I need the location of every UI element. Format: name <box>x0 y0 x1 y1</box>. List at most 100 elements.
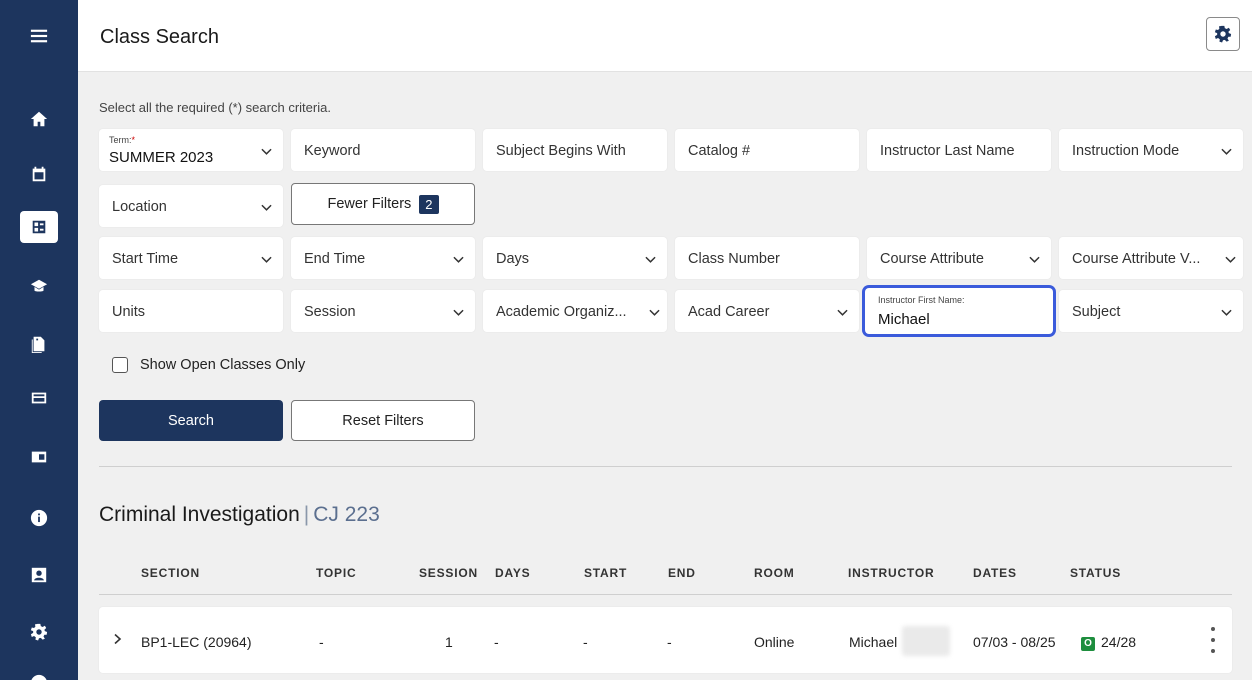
page-header: Class Search <box>78 0 1252 72</box>
cell-session: 1 <box>445 634 453 650</box>
sidebar <box>0 0 78 680</box>
instructor-first-name-value: Michael <box>878 311 930 328</box>
days-select[interactable]: Days <box>483 237 667 279</box>
subject-begins-with-input[interactable]: Subject Begins With <box>483 129 667 171</box>
course-attribute-value-select[interactable]: Course Attribute V... <box>1059 237 1243 279</box>
more-icon[interactable] <box>26 670 52 680</box>
chevron-down-icon <box>645 252 656 263</box>
course-attribute-value-placeholder: Course Attribute V... <box>1072 251 1201 267</box>
header-status: STATUS <box>1070 566 1122 580</box>
cell-section: BP1-LEC (20964) <box>141 634 252 650</box>
gear-icon <box>1214 25 1232 43</box>
info-icon[interactable] <box>26 505 52 531</box>
fewer-filters-label: Fewer Filters <box>327 196 412 212</box>
credit-card-icon[interactable] <box>26 385 52 411</box>
instructor-last-name-input[interactable]: Instructor Last Name <box>867 129 1051 171</box>
instructor-first-name-label: Instructor First Name: <box>878 295 965 305</box>
course-separator: | <box>303 503 310 526</box>
header-room: ROOM <box>754 566 795 580</box>
start-time-select[interactable]: Start Time <box>99 237 283 279</box>
chevron-down-icon <box>453 252 464 263</box>
keyword-input[interactable]: Keyword <box>291 129 475 171</box>
table-row[interactable]: BP1-LEC (20964) - 1 - - - Online Michael… <box>99 607 1232 673</box>
chevron-down-icon <box>1221 305 1232 316</box>
cell-start: - <box>583 634 588 650</box>
start-time-placeholder: Start Time <box>112 251 179 267</box>
course-attribute-select[interactable]: Course Attribute <box>867 237 1051 279</box>
term-label: Term: <box>109 135 132 145</box>
chevron-down-icon <box>261 200 272 211</box>
catalog-number-input[interactable]: Catalog # <box>675 129 859 171</box>
chevron-down-icon <box>1225 252 1236 263</box>
course-code: CJ 223 <box>313 503 380 526</box>
course-title: Criminal Investigation | CJ 223 <box>99 503 380 527</box>
settings-button[interactable] <box>1206 17 1240 51</box>
term-value: SUMMER 2023 <box>109 149 214 166</box>
end-time-placeholder: End Time <box>304 251 366 267</box>
cell-status: O 24/28 <box>1081 634 1136 651</box>
cell-topic: - <box>319 634 324 650</box>
term-select[interactable]: Term:* SUMMER 2023 <box>99 129 283 171</box>
units-input[interactable]: Units <box>99 290 283 332</box>
session-select[interactable]: Session <box>291 290 475 332</box>
graduation-cap-icon[interactable] <box>26 273 52 299</box>
class-search-icon[interactable] <box>20 211 58 243</box>
open-status-icon: O <box>1081 637 1095 651</box>
cell-days: - <box>494 634 499 650</box>
expand-chevron-icon[interactable] <box>113 632 123 648</box>
end-time-select[interactable]: End Time <box>291 237 475 279</box>
chevron-down-icon <box>261 252 272 263</box>
catalog-placeholder: Catalog # <box>688 143 751 159</box>
units-placeholder: Units <box>112 304 146 320</box>
fewer-filters-button[interactable]: Fewer Filters 2 <box>291 183 475 225</box>
seats-count: 24/28 <box>1101 634 1137 650</box>
academic-organization-select[interactable]: Academic Organiz... <box>483 290 667 332</box>
course-name: Criminal Investigation <box>99 503 300 526</box>
header-instructor: INSTRUCTOR <box>848 566 935 580</box>
open-classes-checkbox[interactable] <box>112 357 128 373</box>
cell-end: - <box>667 634 672 650</box>
chevron-down-icon <box>649 305 660 316</box>
reset-filters-button[interactable]: Reset Filters <box>291 400 475 441</box>
days-placeholder: Days <box>496 251 530 267</box>
subject-select[interactable]: Subject <box>1059 290 1243 332</box>
calendar-icon[interactable] <box>26 161 52 187</box>
course-attribute-placeholder: Course Attribute <box>880 251 984 267</box>
header-days: DAYS <box>495 566 531 580</box>
instruction-mode-select[interactable]: Instruction Mode <box>1059 129 1243 171</box>
redacted-surname <box>902 626 950 656</box>
keyword-placeholder: Keyword <box>304 143 361 159</box>
instructions-text: Select all the required (*) search crite… <box>99 100 331 115</box>
cell-room: Online <box>754 634 795 650</box>
search-button[interactable]: Search <box>99 400 283 441</box>
documents-icon[interactable] <box>26 331 52 357</box>
page-title: Class Search <box>100 26 219 48</box>
location-select[interactable]: Location <box>99 185 283 227</box>
instruction-mode-placeholder: Instruction Mode <box>1072 143 1180 159</box>
instructor-last-placeholder: Instructor Last Name <box>880 143 1015 159</box>
gear-icon[interactable] <box>26 619 52 645</box>
contact-card-icon[interactable] <box>26 562 52 588</box>
instructor-first-name-input[interactable]: Instructor First Name: Michael <box>865 288 1053 334</box>
subject-placeholder: Subject <box>1072 304 1121 320</box>
acad-career-select[interactable]: Acad Career <box>675 290 859 332</box>
header-divider <box>99 594 1232 595</box>
subject-begins-placeholder: Subject Begins With <box>496 143 626 159</box>
cell-instructor: Michael <box>849 634 898 650</box>
location-placeholder: Location <box>112 199 167 215</box>
header-dates: DATES <box>973 566 1017 580</box>
id-card-icon[interactable] <box>26 444 52 470</box>
session-placeholder: Session <box>304 304 356 320</box>
header-end: END <box>668 566 696 580</box>
academic-org-placeholder: Academic Organiz... <box>496 304 627 320</box>
open-classes-only-row[interactable]: Show Open Classes Only <box>112 357 305 373</box>
home-icon[interactable] <box>26 106 52 132</box>
more-options-icon[interactable] <box>1210 627 1216 653</box>
acad-career-placeholder: Acad Career <box>688 304 770 320</box>
filter-count-badge: 2 <box>419 194 439 214</box>
open-classes-label: Show Open Classes Only <box>140 357 306 373</box>
class-number-input[interactable]: Class Number <box>675 237 859 279</box>
hamburger-menu-icon[interactable] <box>26 23 52 49</box>
chevron-down-icon <box>837 305 848 316</box>
header-topic: TOPIC <box>316 566 357 580</box>
